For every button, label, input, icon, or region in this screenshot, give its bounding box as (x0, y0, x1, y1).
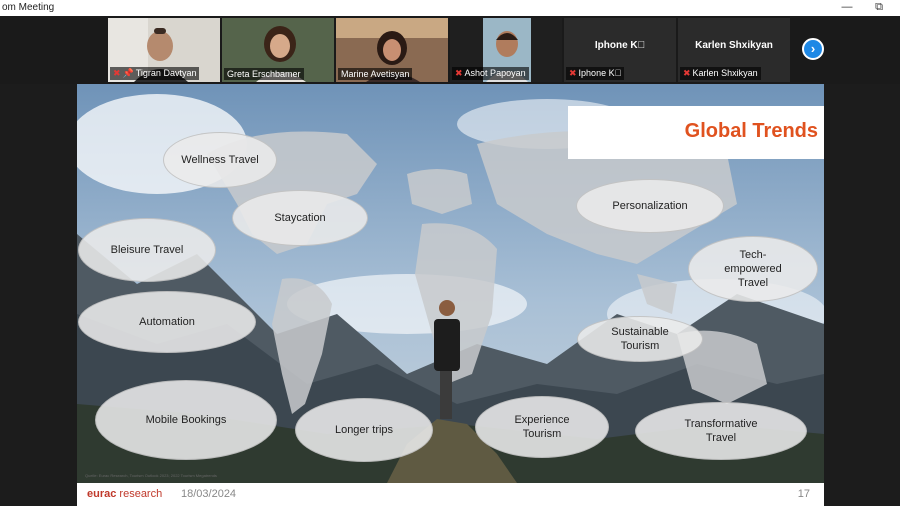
participant-tile[interactable]: Greta Erschbamer (222, 18, 334, 82)
participant-nameplate: ✖ Iphone K⃞ (566, 67, 625, 80)
participant-name: Ashot Papoyan (464, 68, 526, 78)
next-page-button[interactable]: › (802, 38, 824, 60)
slide-page-number: 17 (797, 488, 810, 500)
minimize-button[interactable]: — (832, 0, 862, 16)
participant-strip: ✖ 📌 Tigran Davtyan Greta Erschbamer Marine… (0, 16, 900, 84)
trend-label: Longer trips (334, 423, 394, 436)
participant-tile[interactable]: ✖ 📌 Tigran Davtyan (108, 18, 220, 82)
trend-label: Automation (139, 315, 195, 328)
trend-bubble: Sustainable Tourism (577, 316, 703, 362)
pin-icon: 📌 (122, 68, 134, 78)
logo-brand: eurac (87, 488, 117, 500)
participant-nameplate: ✖ Ashot Papoyan (452, 67, 529, 80)
participant-nameplate: Greta Erschbamer (224, 68, 304, 80)
participant-tile[interactable]: Iphone K⃞ ✖ Iphone K⃞ (564, 18, 676, 82)
mic-muted-icon: ✖ (113, 68, 121, 78)
shared-slide: Global Trends Wellness Travel Staycation… (77, 84, 824, 506)
participant-nameplate: ✖ Karlen Shxikyan (680, 67, 761, 80)
participant-name: Greta Erschbamer (227, 69, 301, 79)
trend-label: Bleisure Travel (110, 243, 184, 256)
trend-label: Sustainable Tourism (611, 325, 669, 352)
participant-display-name: Karlen Shxikyan (695, 40, 773, 51)
chevron-right-icon: › (810, 41, 816, 56)
participant-display-name: Iphone K⃞ (594, 40, 646, 51)
trend-label: Personalization (612, 199, 688, 212)
window-titlebar: om Meeting — ⧉ (0, 0, 900, 16)
participant-name: Marine Avetisyan (341, 69, 410, 79)
trend-bubble: Longer trips (295, 398, 433, 462)
participant-tile[interactable]: Marine Avetisyan (336, 18, 448, 82)
slide-date: 18/03/2024 (181, 488, 237, 500)
trend-label: Wellness Travel (181, 153, 259, 166)
mic-muted-icon: ✖ (683, 68, 691, 78)
trend-bubble: Staycation (232, 190, 368, 246)
participant-nameplate: Marine Avetisyan (338, 68, 413, 80)
participant-name: Tigran Davtyan (135, 68, 197, 78)
maximize-button[interactable]: ⧉ (864, 0, 894, 16)
participant-tile[interactable]: ✖ Ashot Papoyan (450, 18, 562, 82)
participant-tile[interactable]: Karlen Shxikyan ✖ Karlen Shxikyan (678, 18, 790, 82)
trend-label: Transformative Travel (684, 417, 758, 444)
mic-muted-icon: ✖ (455, 68, 463, 78)
participant-name: Karlen Shxikyan (692, 68, 758, 78)
trend-bubble: Mobile Bookings (95, 380, 277, 460)
window-title: om Meeting (2, 2, 55, 13)
trend-bubble: Bleisure Travel (78, 218, 216, 282)
slide-source-note: Quelle: Eurac Research, Tourism Outlook … (85, 473, 217, 478)
slide-footer: eurac research 18/03/2024 17 (77, 483, 824, 506)
trend-label: Staycation (274, 211, 326, 224)
trend-bubble: Transformative Travel (635, 402, 807, 460)
trend-bubble: Automation (78, 291, 256, 353)
mic-muted-icon: ✖ (569, 68, 577, 78)
eurac-logo: eurac research (87, 488, 162, 500)
trend-bubble: Experience Tourism (475, 396, 609, 458)
trend-bubble: Personalization (576, 179, 724, 233)
slide-title: Global Trends (684, 120, 818, 142)
slide-title-box: Global Trends (568, 106, 824, 159)
trend-label: Mobile Bookings (145, 413, 227, 426)
logo-rest: research (116, 488, 163, 500)
trend-label: Experience Tourism (514, 413, 570, 440)
participant-name: Iphone K⃞ (578, 68, 622, 78)
trend-label: Tech-empowered Travel (724, 248, 782, 290)
trend-bubble: Tech-empowered Travel (688, 236, 818, 302)
trend-bubble: Wellness Travel (163, 132, 277, 188)
participant-nameplate: ✖ 📌 Tigran Davtyan (110, 67, 200, 80)
